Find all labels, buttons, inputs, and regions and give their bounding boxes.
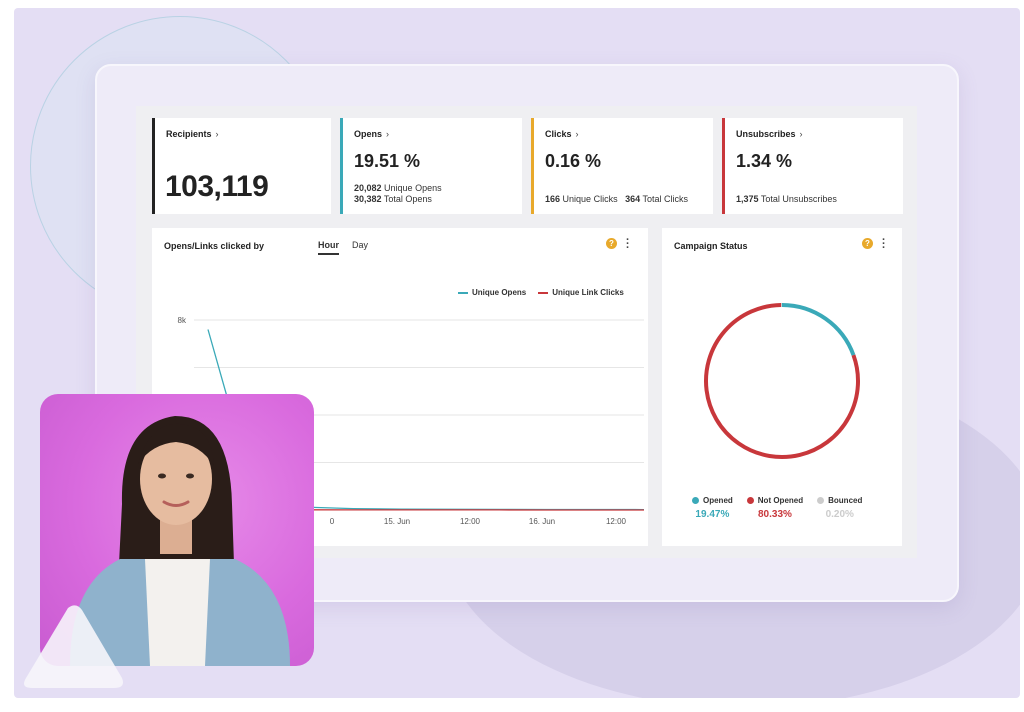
- y-tick-label: 8k: [178, 316, 187, 325]
- status-bounced[interactable]: Bounced 0.20%: [817, 496, 862, 520]
- stat-value: 1.34 %: [736, 151, 793, 171]
- stat-title[interactable]: Recipients ›: [166, 129, 219, 139]
- decorative-triangle: [24, 605, 123, 688]
- status-value: 19.47%: [695, 509, 730, 520]
- status-opened[interactable]: Opened 19.47%: [692, 496, 733, 520]
- chevron-right-icon: ›: [215, 129, 219, 139]
- campaign-status-panel: Campaign Status ? · · · Opened 19.47% Not …: [662, 228, 902, 546]
- stat-detail: 20,082 Unique Opens: [354, 183, 442, 193]
- status-not-opened[interactable]: Not Opened 80.33%: [746, 496, 803, 520]
- chevron-right-icon: ›: [575, 129, 579, 139]
- stat-card-opens[interactable]: Opens › 19.51 % 20,082 Unique Opens 30,38…: [340, 118, 522, 214]
- status-legend: Opened 19.47% Not Opened 80.33% Bounced …: [692, 496, 862, 520]
- chevron-right-icon: ›: [386, 129, 390, 139]
- stat-card-clicks[interactable]: Clicks › 0.16 % 166 Unique Clicks 364 Tot…: [531, 118, 713, 214]
- status-dot: [746, 497, 754, 504]
- stat-detail: 1,375 Total Unsubscribes: [736, 194, 837, 204]
- stat-card-recipients[interactable]: Recipients › 103,119: [152, 118, 331, 214]
- stat-title[interactable]: Clicks ›: [545, 129, 579, 139]
- stat-detail: 30,382 Total Opens: [354, 194, 432, 204]
- stat-value: 0.16 %: [545, 151, 602, 171]
- status-dot: [817, 497, 825, 504]
- x-tick-label: 12:00: [606, 517, 627, 526]
- stat-detail: 166 Unique Clicks 364 Total Clicks: [545, 194, 688, 204]
- x-tick-label: 16. Jun: [529, 517, 555, 526]
- stat-value: 19.51 %: [354, 151, 421, 171]
- x-tick-label: 12:00: [460, 517, 481, 526]
- donut-slice: [781, 303, 856, 356]
- chevron-right-icon: ›: [799, 129, 803, 139]
- x-tick-label: 0: [330, 517, 335, 526]
- status-value: 80.33%: [757, 509, 792, 520]
- x-tick-label: 15. Jun: [384, 517, 410, 526]
- status-dot: [692, 497, 699, 504]
- stat-title[interactable]: Opens ›: [354, 129, 389, 139]
- stat-value: 103,119: [165, 170, 269, 203]
- stat-card-unsubscribes[interactable]: Unsubscribes › 1.34 % 1,375 Total Unsubsc…: [722, 118, 903, 214]
- stat-title[interactable]: Unsubscribes ›: [736, 129, 803, 139]
- status-value: 0.20%: [825, 509, 854, 520]
